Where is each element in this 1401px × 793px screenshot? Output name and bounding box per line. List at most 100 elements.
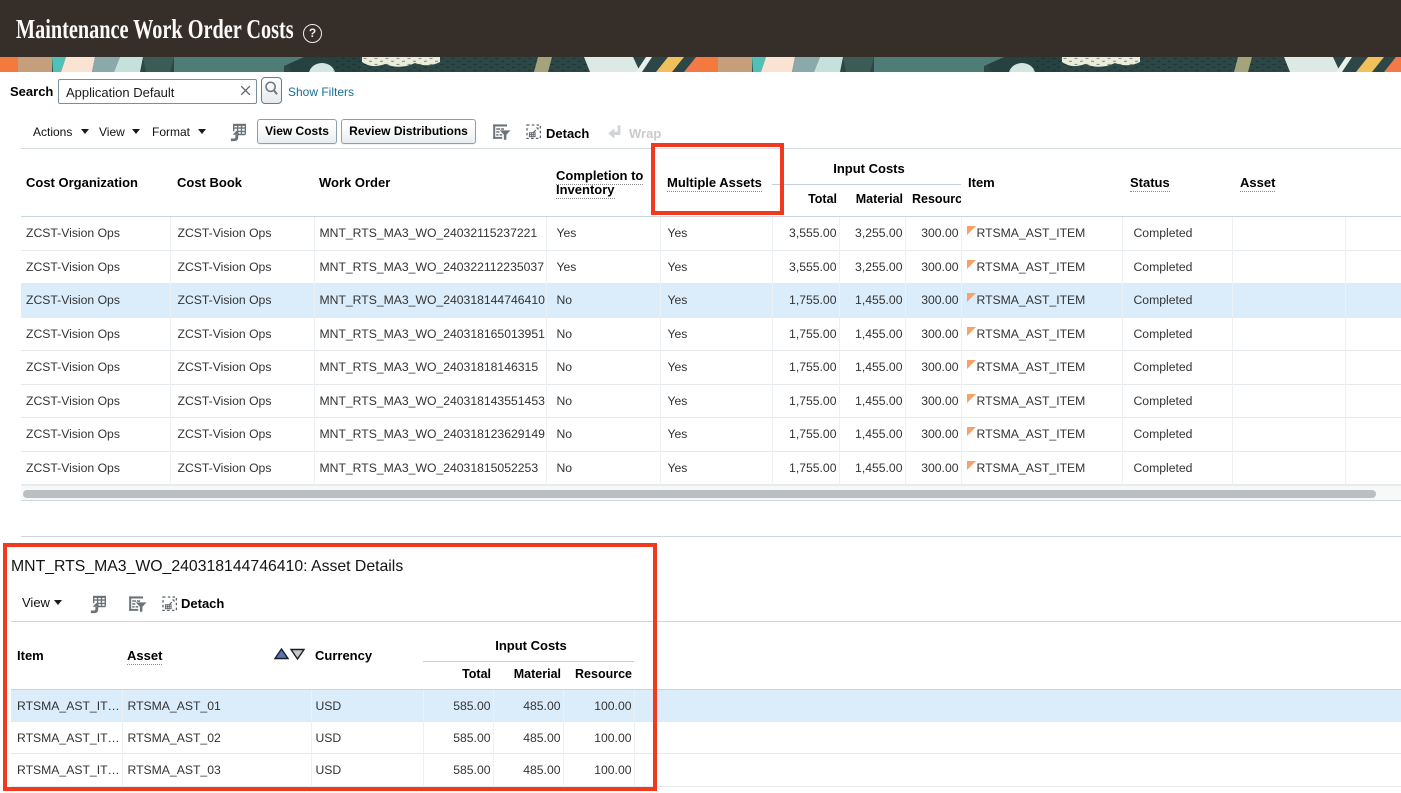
asset-detail-row[interactable]: RTSMA_AST_ITEM RTSMA_AST_02 USD 585.00 485.0… xyxy=(11,721,1401,754)
cell-material: 485.00 xyxy=(493,753,564,787)
asset-details-table: Item Asset Currency Input Costs Total Ma… xyxy=(11,621,1401,787)
cell-total: 585.00 xyxy=(423,689,494,722)
work-order-row[interactable]: ZCST-Vision Ops ZCST-Vision Ops MNT_RTS_MA… xyxy=(21,350,1401,384)
work-order-row[interactable]: ZCST-Vision Ops ZCST-Vision Ops MNT_RTS_MA… xyxy=(21,283,1401,317)
sort-descending-icon[interactable] xyxy=(289,648,305,660)
cell-asset xyxy=(1232,451,1346,485)
col-header-cost-book[interactable]: Cost Book xyxy=(170,148,314,217)
asset-detail-row[interactable]: RTSMA_AST_ITEM RTSMA_AST_03 USD 585.00 485.0… xyxy=(11,753,1401,787)
work-order-row[interactable]: ZCST-Vision Ops ZCST-Vision Ops MNT_RTS_MA… xyxy=(21,384,1401,418)
export-to-excel-icon[interactable] xyxy=(228,122,248,142)
detail-view-menu[interactable]: View xyxy=(22,595,50,610)
scrollbar-thumb[interactable] xyxy=(23,490,1376,498)
cell-completion_to_inventory: Yes xyxy=(546,216,661,250)
horizontal-scrollbar[interactable] xyxy=(21,485,1401,501)
sort-ascending-icon[interactable] xyxy=(274,648,290,660)
cell-currency: USD xyxy=(311,721,424,754)
work-order-row[interactable]: ZCST-Vision Ops ZCST-Vision Ops MNT_RTS_MA… xyxy=(21,216,1401,250)
search-input-value: Application Default xyxy=(66,85,175,100)
cell-total: 1,755.00 xyxy=(772,384,840,418)
col-header-material[interactable]: Material xyxy=(839,184,905,217)
cell-asset xyxy=(1232,216,1346,250)
cell-item: RTSMA_AST_ITEM xyxy=(961,250,1123,284)
magnifier-icon xyxy=(265,81,278,95)
detail-query-by-example-icon[interactable] xyxy=(128,595,147,614)
cell-cost_book: ZCST-Vision Ops xyxy=(170,384,315,418)
view-menu[interactable]: View xyxy=(99,125,125,139)
detail-col-header-item[interactable]: Item xyxy=(11,621,122,690)
cell-asset xyxy=(1232,250,1346,284)
cell-cost_book: ZCST-Vision Ops xyxy=(170,216,315,250)
actions-menu[interactable]: Actions xyxy=(33,125,72,139)
item-flag-icon xyxy=(966,393,976,403)
cell-currency: USD xyxy=(311,753,424,787)
work-order-row[interactable]: ZCST-Vision Ops ZCST-Vision Ops MNT_RTS_MA… xyxy=(21,451,1401,485)
cell-cost_book: ZCST-Vision Ops xyxy=(170,350,315,384)
col-header-resource[interactable]: Resource xyxy=(905,184,961,217)
cell-multiple_assets: Yes xyxy=(660,451,773,485)
cell-total: 1,755.00 xyxy=(772,283,840,317)
wrap-icon xyxy=(608,125,621,139)
cell-multiple_assets: Yes xyxy=(660,283,773,317)
help-icon[interactable]: ? xyxy=(303,24,322,43)
detail-col-header-total[interactable]: Total xyxy=(423,661,493,690)
cell-work_order: MNT_RTS_MA3_WO_24031815052253 xyxy=(314,451,547,485)
cell-status: Completed xyxy=(1122,384,1233,418)
cell-asset xyxy=(1232,417,1346,451)
cell-multiple_assets: Yes xyxy=(660,384,773,418)
page-title: Maintenance Work Order Costs xyxy=(16,14,294,44)
col-header-status[interactable]: Status xyxy=(1122,148,1232,217)
search-button[interactable] xyxy=(261,77,282,104)
cell-currency: USD xyxy=(311,689,424,722)
item-flag-icon xyxy=(966,293,976,303)
detach-icon[interactable] xyxy=(526,124,542,140)
col-header-cost-organization[interactable]: Cost Organization xyxy=(21,148,170,217)
work-order-row[interactable]: ZCST-Vision Ops ZCST-Vision Ops MNT_RTS_MA… xyxy=(21,317,1401,351)
col-header-total[interactable]: Total xyxy=(772,184,839,217)
col-header-item[interactable]: Item xyxy=(961,148,1122,217)
detail-detach-icon[interactable] xyxy=(162,596,178,612)
detail-col-header-resource[interactable]: Resource xyxy=(563,661,634,690)
detail-col-header-asset[interactable]: Asset xyxy=(122,621,311,690)
cell-cost_organization: ZCST-Vision Ops xyxy=(21,216,171,250)
cell-work_order: MNT_RTS_MA3_WO_240318123629149 xyxy=(314,417,547,451)
cell-item: RTSMA_AST_ITEM xyxy=(961,216,1123,250)
cell-asset xyxy=(1232,384,1346,418)
view-caret-icon xyxy=(132,129,140,134)
col-header-asset[interactable]: Asset xyxy=(1232,148,1345,217)
query-by-example-icon[interactable] xyxy=(492,123,511,142)
show-filters-link[interactable]: Show Filters xyxy=(288,85,354,99)
cell-total: 585.00 xyxy=(423,721,494,754)
detach-label[interactable]: Detach xyxy=(546,126,589,141)
detail-col-header-filler xyxy=(634,621,1401,690)
detail-col-header-material[interactable]: Material xyxy=(493,661,563,690)
clear-search-icon[interactable] xyxy=(238,83,253,98)
cell-material: 3,255.00 xyxy=(839,216,906,250)
cell-completion_to_inventory: No xyxy=(546,417,661,451)
cell-filler xyxy=(634,754,1401,787)
format-menu[interactable]: Format xyxy=(152,125,190,139)
asset-detail-row[interactable]: RTSMA_AST_ITEM RTSMA_AST_01 USD 585.00 485.0… xyxy=(11,689,1401,722)
cell-item: RTSMA_AST_ITEM xyxy=(11,689,123,722)
cell-work_order: MNT_RTS_MA3_WO_240318165013951 xyxy=(314,317,547,351)
col-header-completion-to-inventory[interactable]: Completion to Inventory xyxy=(546,148,660,217)
detail-col-group-input-costs: Input Costs xyxy=(423,621,634,662)
work-order-row[interactable]: ZCST-Vision Ops ZCST-Vision Ops MNT_RTS_MA… xyxy=(21,417,1401,451)
detail-col-header-currency[interactable]: Currency xyxy=(311,621,423,690)
decorative-banner xyxy=(0,57,1401,85)
work-order-row[interactable]: ZCST-Vision Ops ZCST-Vision Ops MNT_RTS_MA… xyxy=(21,250,1401,284)
col-header-multiple-assets[interactable]: Multiple Assets xyxy=(660,148,772,217)
cell-material: 1,455.00 xyxy=(839,417,906,451)
col-group-input-costs: Input Costs xyxy=(772,148,961,185)
cell-cost_book: ZCST-Vision Ops xyxy=(170,417,315,451)
review-distributions-button[interactable]: Review Distributions xyxy=(341,119,476,144)
cell-resource: 100.00 xyxy=(563,721,635,754)
sort-icons[interactable] xyxy=(274,648,305,660)
search-label: Search xyxy=(10,84,54,99)
cell-status: Completed xyxy=(1122,216,1233,250)
detail-export-to-excel-icon[interactable] xyxy=(88,594,108,614)
cell-asset xyxy=(1232,317,1346,351)
detail-detach-label[interactable]: Detach xyxy=(181,596,224,611)
col-header-work-order[interactable]: Work Order xyxy=(314,148,546,217)
view-costs-button[interactable]: View Costs xyxy=(257,119,337,144)
